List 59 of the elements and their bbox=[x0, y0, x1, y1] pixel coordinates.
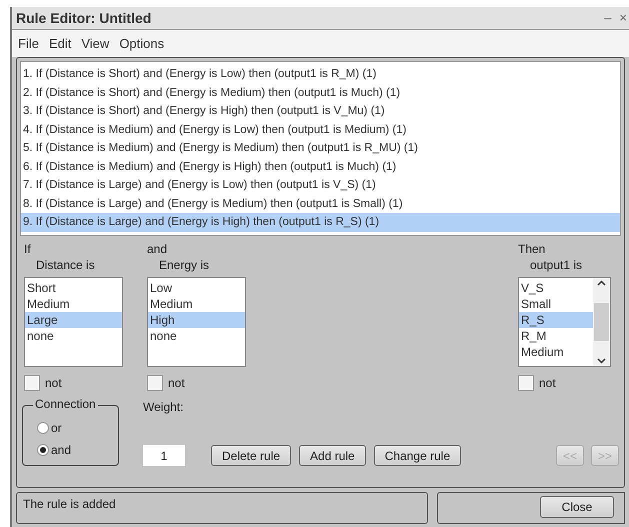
membership-list[interactable]: Short Medium Large none bbox=[24, 277, 123, 367]
list-item[interactable]: Medium bbox=[25, 296, 122, 312]
rule-item[interactable]: 9. If (Distance is Large) and (Energy is High) then (output1 is R_S) (1) bbox=[21, 213, 620, 232]
list-item[interactable]: R_M bbox=[519, 328, 593, 344]
list-item[interactable]: none bbox=[25, 328, 122, 344]
rule-item[interactable]: 7. If (Distance is Large) and (Energy is Low) then (output1 is V_S) (1) bbox=[21, 176, 620, 194]
weight-label: Weight: bbox=[143, 399, 184, 416]
variable-label: output1 is bbox=[529, 258, 584, 272]
list-item[interactable]: Short bbox=[25, 280, 122, 296]
action-button[interactable]: Change rule bbox=[374, 445, 462, 466]
connector-label: Then bbox=[518, 242, 546, 256]
list-item[interactable]: Large bbox=[25, 312, 122, 328]
connector-label: If bbox=[24, 242, 32, 256]
membership-list[interactable]: V_S Small R_S R_M Medium bbox=[518, 277, 611, 367]
rule-item[interactable]: 5. If (Distance is Medium) and (Energy is Medium) then (output1 is R_MU) (1) bbox=[21, 139, 620, 158]
not-checkbox[interactable] bbox=[518, 375, 534, 391]
scrollbar[interactable] bbox=[593, 278, 610, 366]
rule-item[interactable]: 3. If (Distance is Short) and (Energy is High) then (output1 is V_Mu) (1) bbox=[21, 102, 620, 120]
rule-item[interactable]: 4. If (Distance is Medium) and (Energy is Low) then (output1 is Medium) (1) bbox=[21, 120, 620, 139]
scroll-thumb[interactable] bbox=[594, 303, 609, 341]
menu-item[interactable]: Edit bbox=[48, 34, 72, 54]
action-button[interactable]: Delete rule bbox=[211, 445, 292, 466]
variable-label: Distance is bbox=[35, 258, 96, 272]
rule-item[interactable]: 6. If (Distance is Medium) and (Energy is High) then (output1 is Much) (1) bbox=[21, 158, 620, 176]
list-item[interactable]: R_S bbox=[519, 312, 593, 328]
group-title: Connection bbox=[33, 397, 98, 411]
status-message: The rule is added bbox=[16, 492, 428, 524]
checkbox-label: not bbox=[45, 375, 62, 392]
radio-button[interactable] bbox=[37, 422, 49, 434]
rule-item[interactable]: 8. If (Distance is Large) and (Energy is Medium) then (output1 is Small) (1) bbox=[21, 194, 620, 213]
list-item[interactable]: V_S bbox=[519, 280, 593, 296]
checkbox-label: not bbox=[168, 375, 185, 392]
minimize-icon[interactable]: – bbox=[604, 8, 612, 28]
list-item[interactable]: High bbox=[148, 312, 245, 328]
list-item[interactable]: none bbox=[148, 328, 245, 344]
close-icon[interactable]: × bbox=[619, 8, 627, 28]
close-button[interactable]: Close bbox=[540, 496, 614, 518]
list-item[interactable]: Medium bbox=[519, 344, 593, 360]
menu-item[interactable]: View bbox=[81, 34, 110, 54]
not-checkbox[interactable] bbox=[24, 375, 40, 391]
radio-label: and bbox=[51, 442, 72, 459]
weight-field[interactable]: 1 bbox=[143, 445, 185, 466]
list-item[interactable]: Small bbox=[519, 296, 593, 312]
menu-item[interactable]: File bbox=[18, 34, 39, 54]
rule-item[interactable]: 1. If (Distance is Short) and (Energy is Low) then (output1 is R_M) (1) bbox=[21, 65, 620, 84]
menu-item[interactable]: Options bbox=[119, 34, 164, 54]
membership-list[interactable]: Low Medium High none bbox=[147, 277, 246, 367]
connector-label: and bbox=[147, 242, 168, 256]
not-checkbox[interactable] bbox=[147, 375, 163, 391]
window-title: Rule Editor: Untitled bbox=[16, 8, 152, 28]
list-item[interactable]: Medium bbox=[148, 296, 245, 312]
list-item[interactable]: Low bbox=[148, 280, 245, 296]
checkbox-label: not bbox=[539, 375, 556, 392]
radio-label: or bbox=[51, 420, 62, 437]
rule-item[interactable]: 2. If (Distance is Short) and (Energy is Medium) then (output1 is Much) (1) bbox=[21, 84, 620, 102]
variable-label: Energy is bbox=[158, 258, 210, 272]
action-button[interactable]: Add rule bbox=[299, 445, 366, 466]
radio-button[interactable] bbox=[37, 444, 49, 456]
rule-list[interactable] bbox=[20, 61, 621, 236]
